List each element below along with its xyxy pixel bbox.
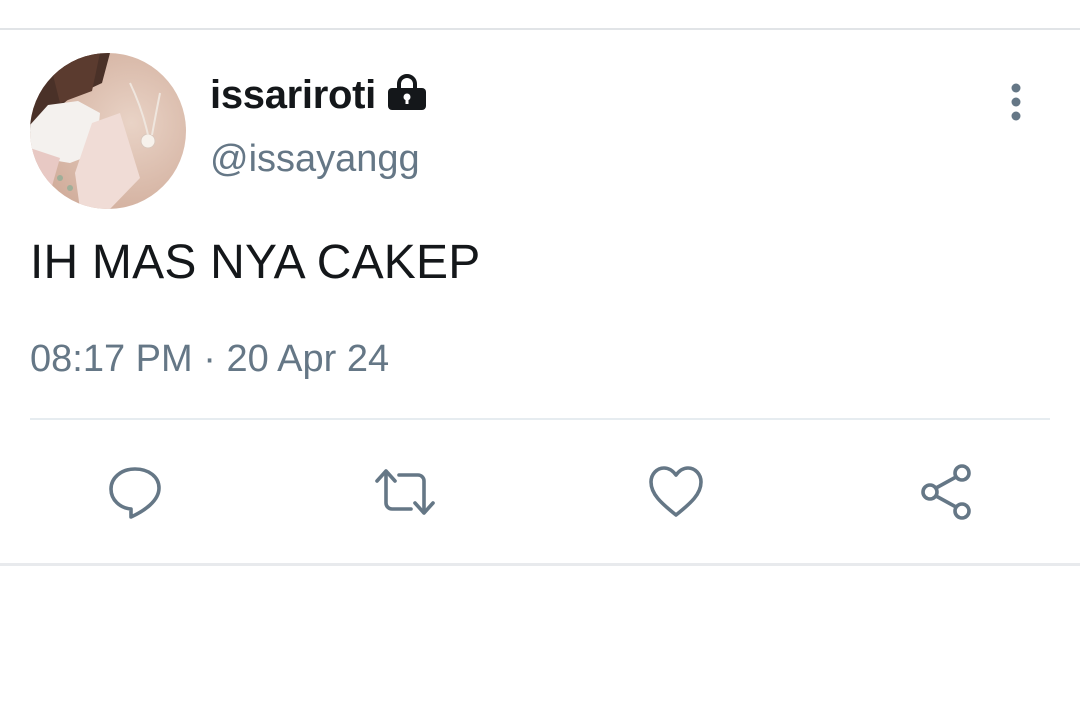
share-icon	[921, 464, 971, 520]
more-options-button[interactable]	[996, 80, 1036, 124]
tweet-date: 20 Apr 24	[226, 338, 390, 380]
tweet-time: 08:17 PM	[30, 338, 193, 380]
reply-icon	[109, 467, 161, 519]
bottom-divider	[0, 563, 1080, 566]
retweet-button[interactable]	[373, 460, 437, 524]
tweet-card[interactable]: issariroti @issayangg IH MAS NYA CAKEP 0…	[0, 30, 1080, 564]
avatar[interactable]	[30, 53, 186, 209]
author-name-row[interactable]: issariroti	[210, 70, 428, 120]
author-handle[interactable]: @issayangg	[210, 138, 420, 181]
tweet-actions	[0, 460, 1080, 522]
tweet-timestamp[interactable]: 08:17 PM · 20 Apr 24	[30, 338, 389, 381]
actions-divider	[30, 418, 1050, 420]
share-button[interactable]	[914, 460, 978, 524]
retweet-icon	[375, 469, 435, 515]
reply-button[interactable]	[103, 460, 167, 524]
more-vertical-icon	[1011, 83, 1021, 121]
tweet-text: IH MAS NYA CAKEP	[30, 236, 481, 289]
display-name[interactable]: issariroti	[210, 73, 376, 118]
heart-icon	[649, 466, 703, 517]
timestamp-separator: ·	[203, 338, 216, 380]
lock-icon	[386, 72, 428, 114]
avatar-image	[30, 53, 186, 209]
like-button[interactable]	[644, 460, 708, 524]
